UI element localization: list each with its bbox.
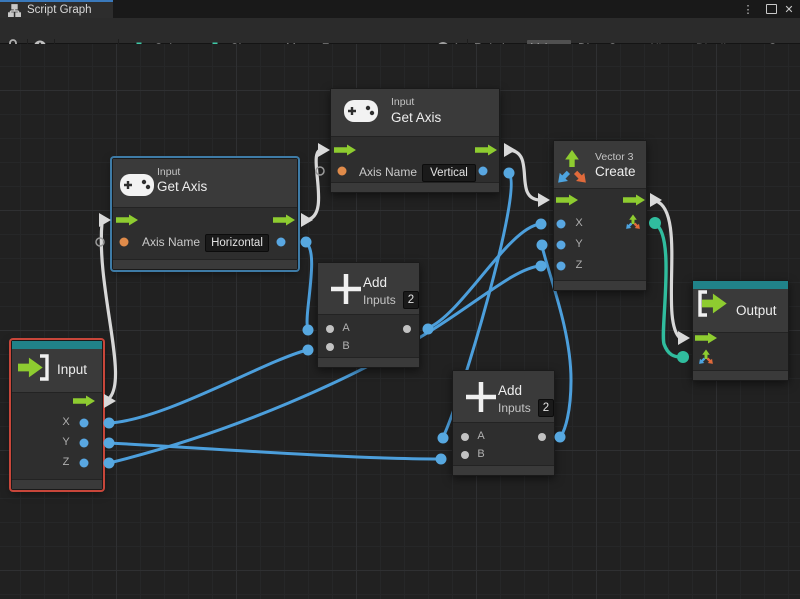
window-maximize-button[interactable] [763, 1, 779, 17]
node-header: Output [693, 289, 788, 333]
node-category: Input [157, 166, 180, 178]
close-icon: ✕ [784, 3, 793, 16]
node-accent-bar [12, 341, 102, 349]
node-footer [554, 280, 646, 290]
node-footer [693, 370, 788, 380]
axis-name-label: Axis Name [359, 165, 417, 179]
node-title: Get Axis [157, 179, 207, 194]
node-header: Vector 3 Create [554, 141, 646, 189]
axis-name-field[interactable]: Vertical [422, 164, 476, 182]
node-title: Add [363, 275, 387, 290]
port-label-b: B [474, 448, 488, 460]
kebab-menu-icon: ⋮ [743, 3, 754, 16]
port-label-b: B [339, 340, 353, 352]
node-add-1[interactable]: Add Inputs 2 A B [317, 262, 420, 368]
node-accent-bar [693, 281, 788, 289]
node-input[interactable]: Input X Y Z [11, 340, 103, 490]
node-footer [318, 357, 419, 367]
tab-script-graph[interactable]: Script Graph [0, 0, 113, 18]
graph-toolbar: <×> Cube Character Move Zoom 1x Relation… [0, 18, 800, 44]
axis-name-label: Axis Name [142, 235, 200, 249]
inputs-count-field[interactable]: 2 [538, 399, 554, 417]
node-category: Input [391, 96, 414, 108]
node-header: Input [12, 349, 102, 393]
window-menu-button[interactable]: ⋮ [740, 1, 756, 17]
port-label-z: Z [59, 456, 73, 468]
maximize-icon [766, 4, 777, 14]
node-footer [453, 465, 554, 475]
port-label-a: A [339, 322, 353, 334]
inputs-label: Inputs [363, 293, 396, 307]
script-graph-icon [8, 4, 21, 17]
port-label-y: Y [59, 436, 73, 448]
port-label-y: Y [572, 238, 586, 250]
inputs-count-field[interactable]: 2 [403, 291, 419, 309]
port-label-z: Z [572, 259, 586, 271]
node-header: Input Get Axis [331, 89, 499, 137]
node-title: Create [595, 164, 636, 179]
node-vector3-create[interactable]: Vector 3 Create X Y Z [553, 140, 647, 291]
port-label-x: X [59, 416, 73, 428]
node-get-axis-horizontal[interactable]: Input Get Axis Axis Name Horizontal [112, 158, 298, 270]
node-header: Input Get Axis [113, 159, 297, 208]
node-footer [12, 479, 102, 489]
node-header: Add Inputs 2 [453, 371, 554, 423]
node-title: Get Axis [391, 110, 441, 125]
node-footer [113, 259, 297, 269]
inputs-label: Inputs [498, 401, 531, 415]
node-title: Add [498, 383, 522, 398]
node-header: Add Inputs 2 [318, 263, 419, 315]
node-footer [331, 182, 499, 192]
tab-bar: Script Graph ⋮ ✕ [0, 0, 800, 18]
node-title: Input [57, 362, 87, 377]
node-output[interactable]: Output [692, 280, 789, 381]
node-get-axis-vertical[interactable]: Input Get Axis Axis Name Vertical [330, 88, 500, 193]
tab-title: Script Graph [27, 4, 92, 16]
port-label-x: X [572, 217, 586, 229]
window-close-button[interactable]: ✕ [781, 1, 797, 17]
node-title: Output [736, 303, 777, 318]
axis-name-field[interactable]: Horizontal [205, 234, 269, 252]
port-label-a: A [474, 430, 488, 442]
node-category: Vector 3 [595, 151, 634, 163]
unity-script-graph-window: { "window": { "tab_title": "Script Graph… [0, 0, 800, 599]
node-add-2[interactable]: Add Inputs 2 A B [452, 370, 555, 476]
